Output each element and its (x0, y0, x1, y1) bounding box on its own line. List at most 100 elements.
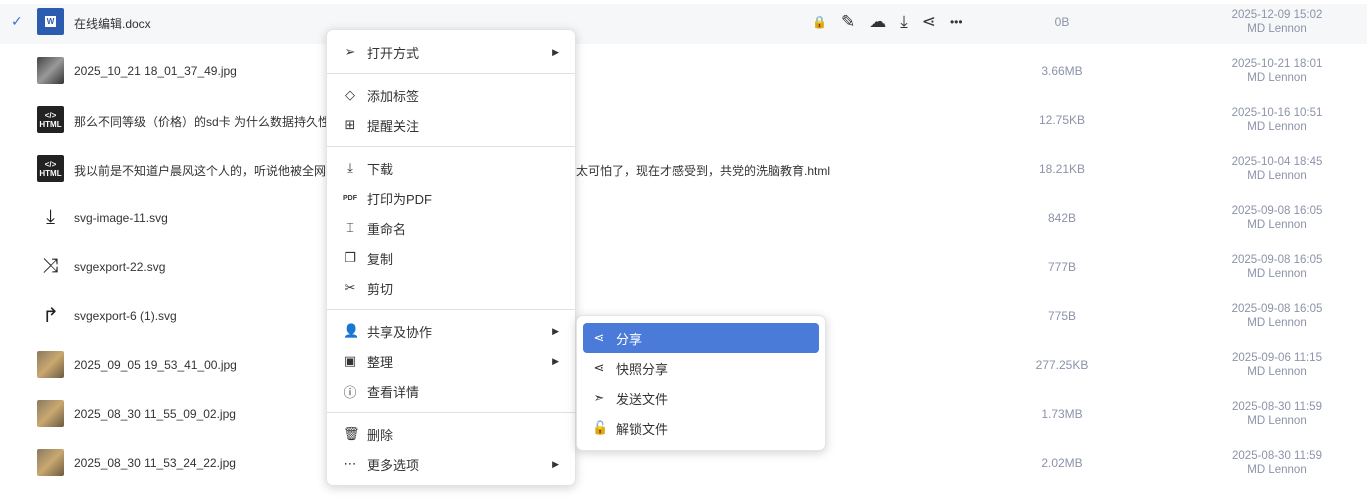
file-size: 775B (1047, 309, 1077, 323)
menu-label: 整理 (367, 354, 394, 370)
file-row[interactable]: ⤓ svg-image-11.svg 842B 2025-09-08 16:05… (0, 194, 1367, 243)
menu-item-share-collab[interactable]: 👤 共享及协作 ▶ (327, 316, 575, 346)
menu-label: 查看详情 (367, 384, 420, 400)
file-size: 0B (1054, 15, 1070, 29)
file-row[interactable]: </> HTML 那么不同等级（价格）的sd卡 为什么数据持久性和 12.75KB… (0, 96, 1367, 145)
menu-label: 解锁文件 (616, 421, 669, 437)
file-name[interactable]: svg-image-11.svg (74, 211, 168, 225)
user: MD Lennon (1247, 464, 1307, 476)
cloud-edit-icon[interactable]: ☁ (869, 12, 886, 32)
html-icon: </> HTML (37, 155, 64, 182)
menu-label: 复制 (367, 251, 394, 267)
date: 2025-09-06 11:15 (1232, 352, 1322, 364)
file-name[interactable]: 那么不同等级（价格）的sd卡 为什么数据持久性和 (74, 113, 342, 130)
download-icon: ⤓ (347, 160, 353, 175)
menu-label: 共享及协作 (367, 324, 433, 340)
file-name-tail[interactable]: 太可怕了，现在才感受到，共党的洗脑教育.html (576, 162, 830, 179)
date: 2025-12-09 15:02 (1231, 9, 1323, 21)
menu-label: 剪切 (367, 281, 394, 297)
date: 2025-10-16 10:51 (1231, 107, 1323, 119)
share-arrow-icon: ↱ (42, 305, 59, 327)
menu-item-remind[interactable]: ⊞ 提醒关注 (327, 110, 575, 140)
date: 2025-08-30 11:59 (1232, 450, 1322, 462)
file-name[interactable]: 2025_08_30 11_55_09_02.jpg (74, 407, 236, 421)
folder-star-icon: ▣ (343, 353, 357, 368)
file-modified: 2025-09-08 16:05 MD Lennon (1210, 302, 1344, 330)
file-name[interactable]: 2025_10_21 18_01_37_49.jpg (74, 64, 237, 78)
share-submenu: ⋖ 分享 ⋖ 快照分享 ➣ 发送文件 🔓 解锁文件 (576, 315, 826, 451)
menu-label: 删除 (367, 427, 394, 443)
photo-thumbnail (37, 351, 64, 378)
file-modified: 2025-09-08 16:05 MD Lennon (1210, 253, 1344, 281)
menu-item-cut[interactable]: ✂ 剪切 (327, 273, 575, 303)
more-icon[interactable]: ••• (950, 15, 963, 29)
submenu-arrow-icon: ▶ (552, 355, 559, 366)
lock-icon: 🔓 (592, 420, 609, 435)
share-icon[interactable]: ⋖ (922, 12, 936, 32)
info-icon: ⓘ (343, 384, 357, 400)
shuffle-icon: ⤨ (42, 255, 59, 277)
menu-item-rename[interactable]: ⌶ 重命名 (327, 213, 575, 243)
menu-item-add-tag[interactable]: ◇ 添加标签 (327, 80, 575, 110)
file-modified: 2025-09-06 11:15 MD Lennon (1210, 351, 1344, 379)
edit-icon[interactable]: ✎ (841, 12, 855, 32)
copy-icon: ❐ (344, 250, 356, 265)
ellipsis-icon: ⋯ (343, 456, 357, 471)
context-menu: ➢ 打开方式 ▶ ◇ 添加标签 ⊞ 提醒关注 ⤓ 下载 PDF 打印为PDF ⌶ 重命名 ❐ 复… (326, 29, 576, 486)
file-size: 3.66MB (1041, 64, 1083, 78)
file-row[interactable]: 2025_10_21 18_01_37_49.jpg 3.66MB 2025-1… (0, 47, 1367, 96)
file-size: 277.25KB (1035, 358, 1089, 372)
file-size: 1.73MB (1041, 407, 1083, 421)
file-name[interactable]: svgexport-22.svg (74, 260, 165, 274)
row-actions: 🔒 ✎ ☁ ⤓ ⋖ ••• (812, 12, 963, 32)
photo-thumbnail (37, 400, 64, 427)
html-tag: </> (44, 110, 57, 120)
navigation-icon: ➢ (344, 44, 356, 59)
check-icon[interactable]: ✓ (11, 13, 23, 30)
menu-item-open-with[interactable]: ➢ 打开方式 ▶ (327, 37, 575, 67)
tag-icon: ◇ (345, 87, 355, 102)
file-name[interactable]: 2025_08_30 11_53_24_22.jpg (74, 456, 236, 470)
file-row[interactable]: ✓ W 在线编辑.docx 🔒 ✎ ☁ ⤓ ⋖ ••• 0B 2025-12-0… (0, 0, 1367, 47)
download-icon[interactable]: ⤓ (900, 12, 908, 32)
word-icon: W (37, 8, 64, 35)
menu-item-more[interactable]: ⋯ 更多选项 ▶ (327, 449, 575, 479)
html-icon: </> HTML (37, 106, 64, 133)
file-modified: 2025-08-30 11:59 MD Lennon (1210, 449, 1344, 477)
file-name[interactable]: 我以前是不知道户晨风这个人的，听说他被全网封杀 (74, 162, 350, 179)
menu-label: 分享 (616, 331, 643, 347)
user: MD Lennon (1247, 268, 1307, 280)
menu-item-copy[interactable]: ❐ 复制 (327, 243, 575, 273)
file-name[interactable]: svgexport-6 (1).svg (74, 309, 177, 323)
menu-item-download[interactable]: ⤓ 下载 (327, 153, 575, 183)
file-name[interactable]: 在线编辑.docx (74, 15, 151, 32)
file-modified: 2025-12-09 15:02 MD Lennon (1210, 8, 1344, 36)
submenu-item-share[interactable]: ⋖ 分享 (583, 323, 819, 353)
menu-item-details[interactable]: ⓘ 查看详情 (327, 376, 575, 406)
menu-label: 快照分享 (616, 361, 669, 377)
date: 2025-09-08 16:05 (1231, 303, 1323, 315)
user: MD Lennon (1247, 415, 1307, 427)
menu-item-delete[interactable]: 🗑 删除 (327, 419, 575, 449)
file-row[interactable]: ⤨ svgexport-22.svg 777B 2025-09-08 16:05… (0, 243, 1367, 292)
menu-item-print-pdf[interactable]: PDF 打印为PDF (327, 183, 575, 213)
menu-label: 更多选项 (367, 457, 420, 473)
menu-label: 发送文件 (616, 391, 669, 407)
submenu-item-snapshot-share[interactable]: ⋖ 快照分享 (583, 353, 819, 383)
html-tag: </> (44, 159, 57, 169)
user-plus-icon: 👤 (343, 323, 360, 338)
download-icon: ⤓ (46, 206, 55, 228)
menu-divider (327, 73, 575, 74)
user: MD Lennon (1247, 121, 1307, 133)
html-label: HTML (39, 119, 62, 129)
menu-label: 重命名 (367, 221, 407, 237)
trash-icon: 🗑 (343, 426, 360, 441)
file-row[interactable]: </> HTML 我以前是不知道户晨风这个人的，听说他被全网封杀 太可怕了，现在才… (0, 145, 1367, 194)
file-modified: 2025-10-04 18:45 MD Lennon (1210, 155, 1344, 183)
focus-plus-icon: ⊞ (344, 117, 356, 132)
file-name[interactable]: 2025_09_05 19_53_41_00.jpg (74, 358, 237, 372)
submenu-item-unlock-file[interactable]: 🔓 解锁文件 (583, 413, 819, 443)
menu-label: 打印为PDF (367, 191, 433, 207)
menu-item-organize[interactable]: ▣ 整理 ▶ (327, 346, 575, 376)
submenu-item-send-file[interactable]: ➣ 发送文件 (583, 383, 819, 413)
